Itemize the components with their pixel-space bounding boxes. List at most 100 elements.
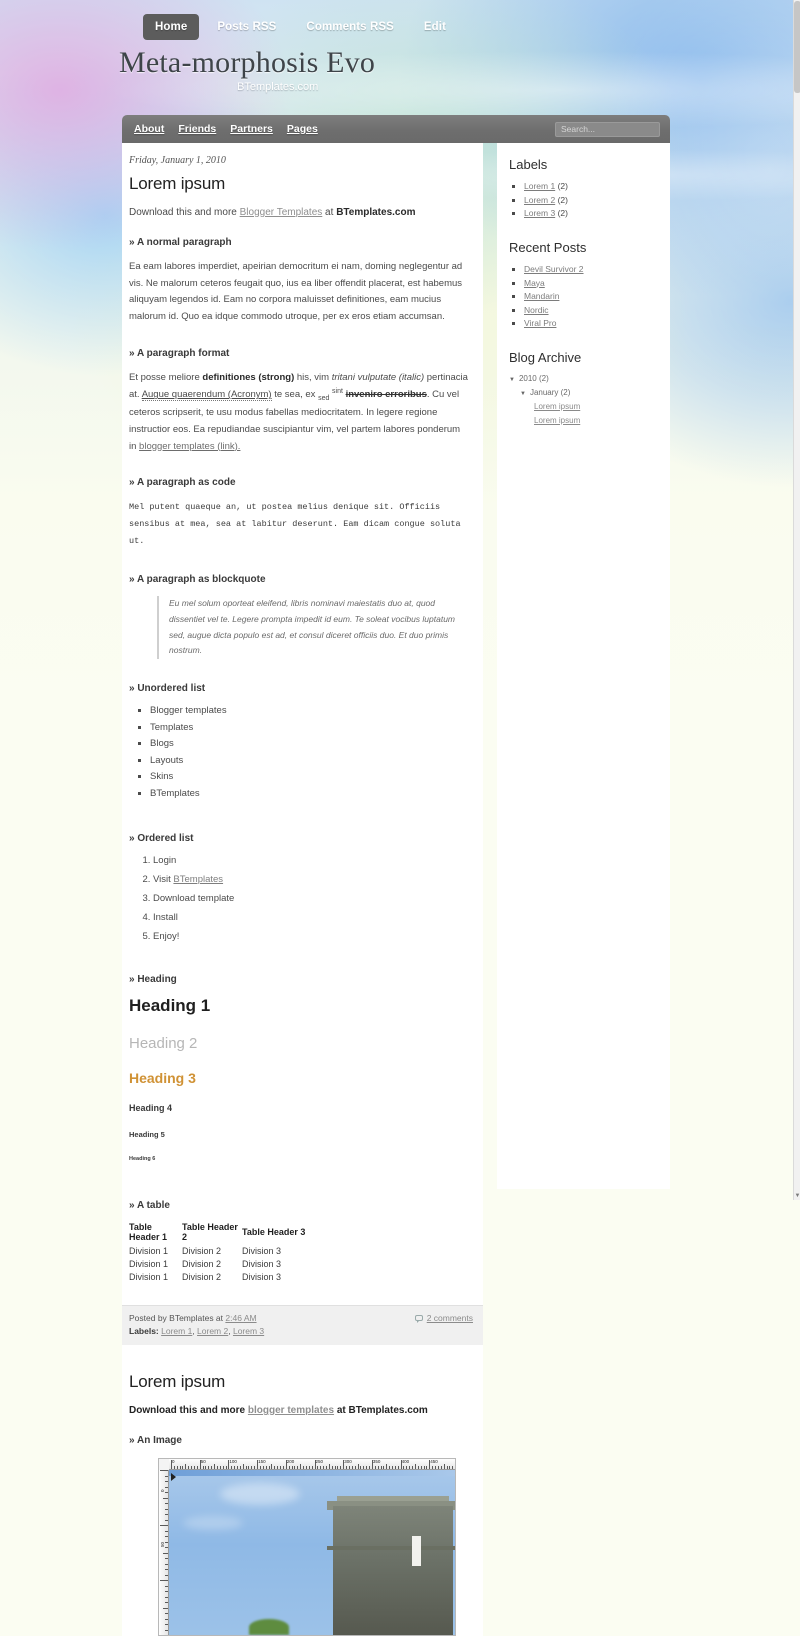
ruler-tick <box>389 1466 391 1470</box>
heading-1: Heading 1 <box>129 995 211 1015</box>
main-menu-bar: About Friends Partners Pages <box>122 115 670 143</box>
post-comments[interactable]: 2 comments <box>414 1312 473 1325</box>
table-cell: Division 3 <box>242 1259 282 1270</box>
list-item: Mandarin <box>524 291 660 301</box>
post2-blogger-templates-link[interactable]: blogger templates <box>248 1405 334 1416</box>
recent-post-link[interactable]: Mandarin <box>524 291 559 301</box>
archive-row-post[interactable]: Lorem ipsum <box>509 416 660 425</box>
sidebar-section-blog-archive: Blog Archive ▼ 2010 (2) ▼ January (2) Lo… <box>509 350 660 425</box>
recent-post-link[interactable]: Maya <box>524 278 545 288</box>
ruler-label: 400 <box>401 1459 410 1465</box>
labels-prefix: Labels: <box>129 1325 162 1336</box>
ruler-tick <box>160 1470 168 1472</box>
recent-post-link[interactable]: Viral Pro <box>524 318 556 328</box>
post-label-link[interactable]: Lorem 1 <box>161 1326 192 1336</box>
blog-subtitle: BTemplates.com <box>237 81 319 93</box>
section-ordered-list: » Ordered list <box>129 832 194 844</box>
sidebar-labels-title: Labels <box>509 157 548 172</box>
post-time-link[interactable]: 2:46 AM <box>225 1313 256 1323</box>
blog-title[interactable]: Meta-morphosis Evo <box>119 46 800 80</box>
archive-row-year[interactable]: ▼ 2010 (2) <box>509 374 660 383</box>
section-unordered-list: » Unordered list <box>129 683 206 695</box>
format-del: inveniro erroribus <box>345 389 427 401</box>
post2-title[interactable]: Lorem ipsum <box>129 1372 469 1392</box>
list-item: Login <box>153 855 469 866</box>
ruler-tick <box>277 1466 279 1470</box>
ruler-tick <box>222 1466 224 1470</box>
ruler-tick <box>163 1552 168 1554</box>
sidebar-label-link[interactable]: Lorem 2 <box>524 195 555 205</box>
main-column: Friday, January 1, 2010 Lorem ipsum Down… <box>122 143 483 1636</box>
ruler-tick <box>248 1466 250 1470</box>
ruler-tick <box>305 1466 307 1470</box>
recent-post-link[interactable]: Nordic <box>524 305 549 315</box>
sidebar-archive-title: Blog Archive <box>509 350 582 365</box>
sidebar-label-link[interactable]: Lorem 1 <box>524 181 555 191</box>
topnav-item-home[interactable]: Home <box>143 13 200 40</box>
scrollbar-thumb[interactable] <box>794 1 800 93</box>
btemplates-link[interactable]: BTemplates <box>173 874 223 885</box>
format-part-1: Et posse meliore <box>129 371 203 383</box>
archive-post-link[interactable]: Lorem ipsum <box>534 402 580 411</box>
section-paragraph-format: » A paragraph format <box>129 347 230 359</box>
post-download-line: Download this and more Blogger Templates… <box>129 207 469 218</box>
post-meta: Posted by BTemplates at 2:46 AM Labels: … <box>129 1312 264 1338</box>
ruler-tick <box>179 1466 181 1470</box>
table-row: Division 1 Division 2 Division 3 <box>129 1245 305 1258</box>
archive-post-link[interactable]: Lorem ipsum <box>534 416 580 425</box>
blogger-templates-link[interactable]: Blogger Templates <box>240 207 323 218</box>
ruler-tick <box>291 1466 293 1470</box>
archive-tree: ▼ 2010 (2) ▼ January (2) Lorem ipsum Lor… <box>509 374 660 425</box>
archive-row-month[interactable]: ▼ January (2) <box>509 388 660 397</box>
page-scrollbar[interactable]: ▲ ▼ <box>793 0 800 1200</box>
ruler-tick <box>165 1602 168 1604</box>
list-item: Devil Survivor 2 <box>524 264 660 274</box>
ruin-ledge <box>327 1545 455 1550</box>
menu-item-pages[interactable]: Pages <box>287 123 318 135</box>
ruler-tick <box>280 1466 282 1470</box>
topnav-item-comments-rss[interactable]: Comments RSS <box>294 14 405 40</box>
ruler-label: 450 <box>430 1459 438 1465</box>
ruler-tick <box>282 1466 284 1470</box>
menu-item-about[interactable]: About <box>134 123 164 135</box>
post-label-link[interactable]: Lorem 2 <box>197 1326 228 1336</box>
ruler-tick <box>188 1466 190 1470</box>
ruler-tick <box>423 1466 425 1470</box>
ruler-tick <box>165 1558 168 1560</box>
ruler-tick <box>380 1466 382 1470</box>
list-item: Skins <box>150 771 469 782</box>
topnav-item-edit[interactable]: Edit <box>412 14 458 40</box>
blog-post-1: Friday, January 1, 2010 Lorem ipsum Down… <box>122 155 483 1346</box>
comments-link[interactable]: 2 comments <box>427 1312 473 1325</box>
ruler-tick <box>294 1466 296 1470</box>
archive-row-post[interactable]: Lorem ipsum <box>509 402 660 411</box>
list-item: Maya <box>524 278 660 288</box>
ruler-tick <box>351 1466 353 1470</box>
ruler-tick <box>440 1466 442 1470</box>
topnav-item-posts-rss[interactable]: Posts RSS <box>205 14 288 40</box>
ruler-label: 0 <box>160 1489 165 1493</box>
recent-post-link[interactable]: Devil Survivor 2 <box>524 264 584 274</box>
table-row: Division 1 Division 2 Division 3 <box>129 1271 305 1284</box>
ruler-tick <box>165 1503 168 1505</box>
ruler-tick <box>239 1466 241 1470</box>
chevron-down-icon[interactable]: ▼ <box>509 377 515 383</box>
menu-item-friends[interactable]: Friends <box>178 123 216 135</box>
search-input[interactable] <box>555 121 660 137</box>
ruler-label: 250 <box>315 1459 324 1465</box>
image-horizontal-ruler: 0 50 100 150 200 250 300 350 400 450 <box>169 1459 455 1471</box>
scroll-down-arrow-icon[interactable]: ▼ <box>794 1192 800 1200</box>
format-blogger-link[interactable]: blogger templates (link). <box>139 441 240 452</box>
ruler-tick <box>242 1464 244 1470</box>
chevron-down-icon[interactable]: ▼ <box>520 391 526 397</box>
post-title[interactable]: Lorem ipsum <box>129 174 469 194</box>
post-label-link[interactable]: Lorem 3 <box>233 1326 264 1336</box>
ruler-tick <box>165 1613 168 1615</box>
ruler-tick <box>193 1466 195 1470</box>
ruler-tick <box>348 1466 350 1470</box>
menu-item-partners[interactable]: Partners <box>230 123 273 135</box>
table-cell: Division 2 <box>182 1272 222 1283</box>
sidebar-label-link[interactable]: Lorem 3 <box>524 208 555 218</box>
sidebar-label-count: (2) <box>557 208 568 218</box>
table-row: Division 1 Division 2 Division 3 <box>129 1258 305 1271</box>
